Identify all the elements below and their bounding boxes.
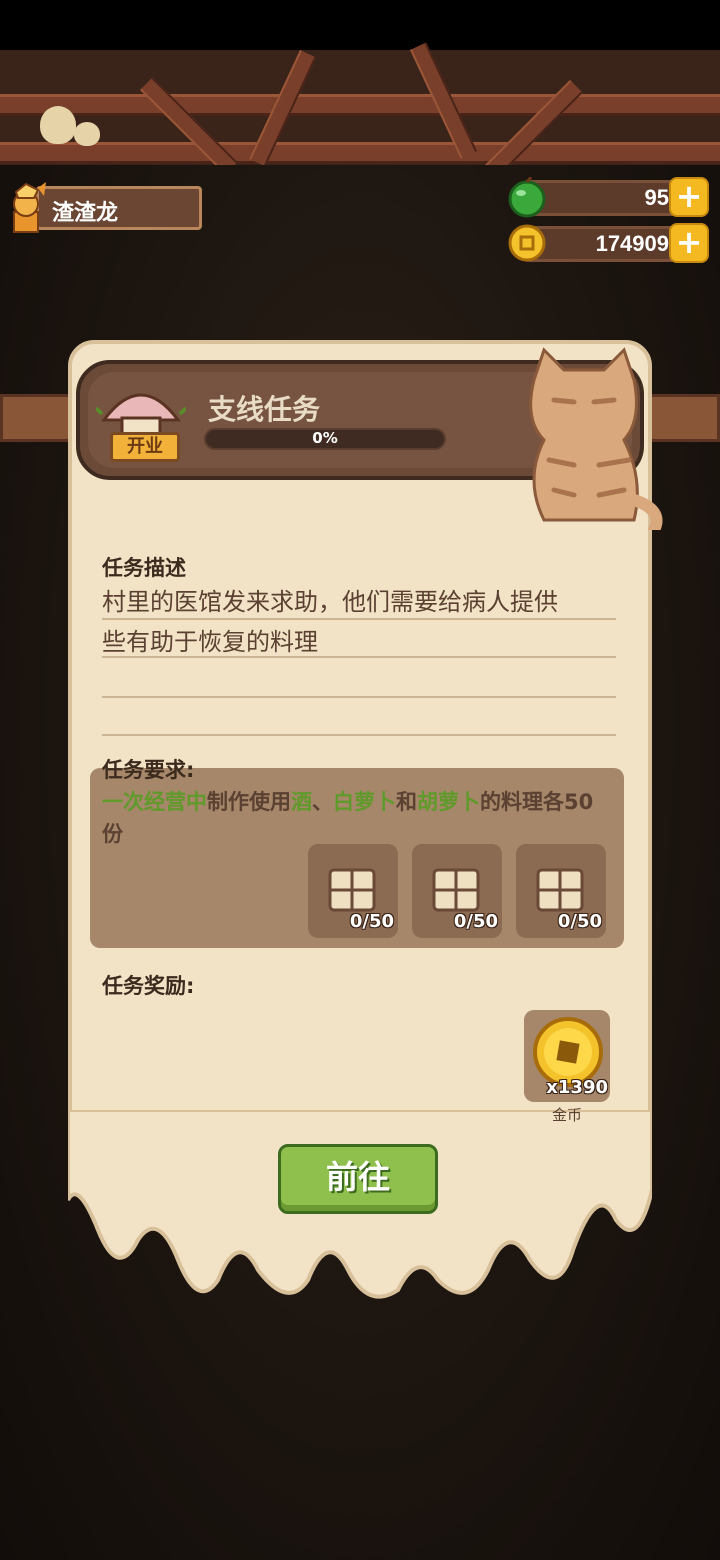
- player-profile[interactable]: 渣渣龙: [8, 182, 204, 234]
- requirement-box: 一次经营中制作使用酒、白萝卜和胡萝卜的料理各50份 0/50 0/50 0/50: [90, 768, 624, 948]
- requirement-count: 0/50: [349, 911, 394, 932]
- progress-text: 0%: [312, 429, 338, 447]
- quest-panel: 开业 支线任务 0% 任务描述 村里的医馆发来求助，他们需要给病人提供 些有助于…: [68, 330, 663, 1310]
- requirement-count: 0/50: [557, 911, 602, 932]
- beam: [0, 142, 720, 164]
- requirement-label: 任务要求:: [102, 758, 195, 782]
- beam: [0, 94, 720, 116]
- ruled-line: [102, 656, 616, 658]
- requirement-count: 0/50: [453, 911, 498, 932]
- add-gems-button[interactable]: +: [669, 177, 709, 217]
- status-bar: [0, 0, 720, 50]
- gem-counter: 95 +: [508, 177, 709, 218]
- description-line-1: 村里的医馆发来求助，他们需要给病人提供: [102, 588, 558, 616]
- reward-item[interactable]: x1390: [524, 1010, 610, 1102]
- open-badge: 开业: [110, 432, 180, 462]
- recipe-scroll-icon: [328, 868, 376, 912]
- quest-title: 支线任务: [208, 393, 321, 426]
- cat-mascot-icon: [529, 347, 663, 530]
- recipe-scroll-icon: [536, 868, 584, 912]
- green-gem-icon: [508, 177, 546, 218]
- go-button[interactable]: 前往: [278, 1144, 438, 1214]
- coin-value: 174909: [595, 231, 669, 256]
- recipe-scroll-icon: [432, 868, 480, 912]
- player-name: 渣渣龙: [52, 201, 119, 226]
- requirement-item-1[interactable]: 0/50: [308, 844, 398, 938]
- requirement-item-3[interactable]: 0/50: [516, 844, 606, 938]
- reward-count: x1390: [546, 1077, 608, 1098]
- description-label: 任务描述: [102, 556, 186, 580]
- ceiling-beams: [0, 42, 720, 178]
- reward-name: 金币: [551, 1106, 582, 1124]
- coin-counter: 174909 +: [508, 223, 709, 263]
- ruled-line: [102, 618, 616, 620]
- ruled-line: [102, 734, 616, 736]
- gem-value: 95: [644, 185, 669, 210]
- player-avatar-icon: [13, 182, 46, 233]
- quest-progress-bar: 0%: [204, 428, 446, 450]
- ruled-line: [102, 696, 616, 698]
- requirement-text: 一次经营中制作使用酒、白萝卜和胡萝卜的料理各50份: [102, 790, 594, 846]
- reward-label: 任务奖励:: [102, 974, 195, 998]
- add-coins-button[interactable]: +: [669, 223, 709, 263]
- coin-icon: [508, 224, 546, 262]
- requirement-item-2[interactable]: 0/50: [412, 844, 502, 938]
